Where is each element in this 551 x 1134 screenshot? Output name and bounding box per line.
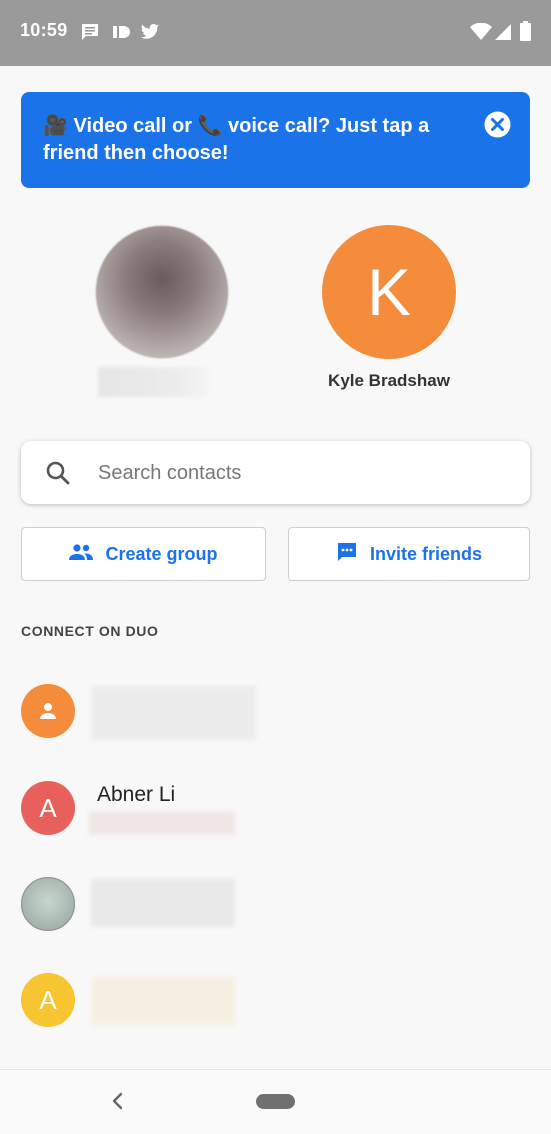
message-icon xyxy=(80,22,100,47)
create-group-label: Create group xyxy=(105,543,218,564)
invite-friends-label: Invite friends xyxy=(369,543,483,564)
person-icon xyxy=(38,697,58,727)
battery-icon xyxy=(520,21,531,46)
avatar xyxy=(21,684,75,738)
banner-text: 🎥 Video call or 📞 voice call? Just tap a… xyxy=(43,115,430,164)
contact-name-redacted xyxy=(98,367,208,397)
message-icon xyxy=(336,541,358,568)
list-item[interactable]: A xyxy=(21,973,530,1029)
list-item[interactable] xyxy=(21,684,530,740)
twitter-icon xyxy=(140,22,160,47)
search-bar[interactable] xyxy=(21,441,530,504)
search-input[interactable] xyxy=(96,451,520,496)
contact-name-redacted xyxy=(91,686,256,740)
contact-detail-redacted xyxy=(89,811,235,835)
info-banner: 🎥 Video call or 📞 voice call? Just tap a… xyxy=(21,92,530,188)
avatar: A xyxy=(21,973,75,1027)
cell-signal-icon xyxy=(494,23,512,46)
section-header: CONNECT ON DUO xyxy=(21,623,159,639)
contact-name: Kyle Bradshaw xyxy=(328,371,450,390)
status-time: 10:59 xyxy=(20,20,68,40)
contact-name-redacted xyxy=(91,879,235,927)
list-item[interactable] xyxy=(21,877,530,933)
status-bar: 10:59 xyxy=(0,0,551,66)
close-icon[interactable] xyxy=(484,111,511,138)
avatar[interactable]: K xyxy=(322,225,456,359)
home-pill-icon[interactable] xyxy=(256,1094,295,1109)
contact-name-redacted xyxy=(91,977,235,1025)
system-nav-bar xyxy=(0,1069,551,1134)
create-group-button[interactable]: Create group xyxy=(21,527,266,581)
group-icon xyxy=(69,543,94,565)
avatar xyxy=(21,877,75,931)
contact-name: Abner Li xyxy=(97,783,176,806)
list-item[interactable]: A Abner Li xyxy=(21,781,530,837)
pocket-casts-icon xyxy=(111,22,131,47)
avatar: A xyxy=(21,781,75,835)
back-chevron-icon[interactable] xyxy=(110,1092,126,1115)
avatar[interactable] xyxy=(95,225,229,359)
wifi-icon xyxy=(470,22,492,46)
search-icon xyxy=(45,460,71,491)
invite-friends-button[interactable]: Invite friends xyxy=(288,527,530,581)
